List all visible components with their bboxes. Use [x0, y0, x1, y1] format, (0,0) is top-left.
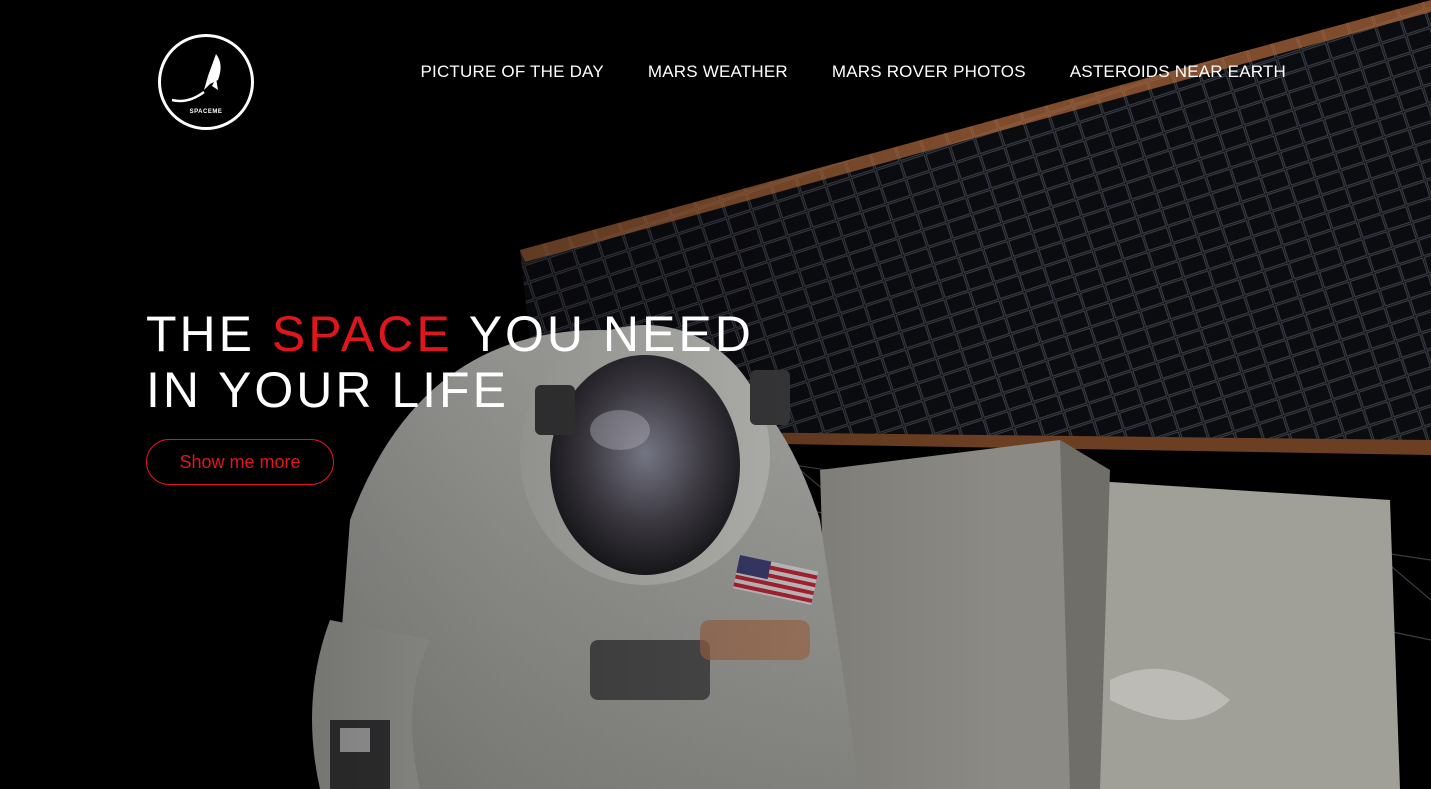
spaceme-logo[interactable]: SPACEME — [158, 34, 254, 130]
headline-line-2: IN YOUR LIFE — [146, 362, 509, 418]
nav-mars-weather[interactable]: MARS WEATHER — [648, 62, 788, 82]
nav-picture-of-the-day[interactable]: PICTURE OF THE DAY — [420, 62, 603, 82]
main-navigation: PICTURE OF THE DAY MARS WEATHER MARS ROV… — [420, 62, 1286, 82]
nav-mars-rover-photos[interactable]: MARS ROVER PHOTOS — [832, 62, 1026, 82]
headline-line-1: THE SPACE YOU NEED — [146, 306, 751, 362]
headline-part-1: THE — [146, 306, 272, 362]
nav-asteroids-near-earth[interactable]: ASTEROIDS NEAR EARTH — [1070, 62, 1286, 82]
headline-part-2: YOU NEED — [452, 306, 754, 362]
rocket-icon — [171, 54, 221, 103]
show-me-more-button[interactable]: Show me more — [146, 439, 334, 485]
headline-accent-word: SPACE — [271, 306, 453, 362]
logo-wordmark: SPACEME — [189, 109, 223, 115]
hero-headline: THE SPACE YOU NEED IN YOUR LIFE — [146, 306, 751, 418]
